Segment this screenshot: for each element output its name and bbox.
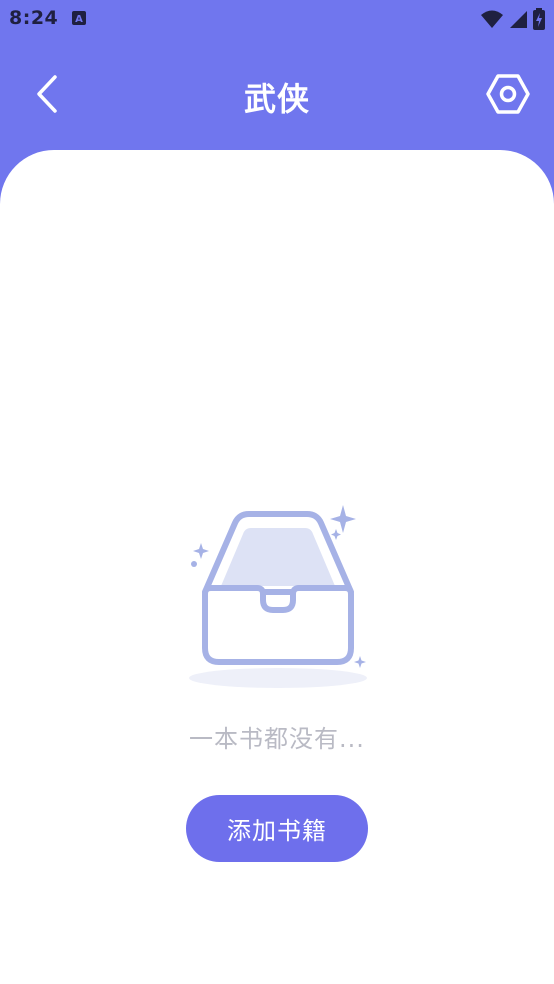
- app-notification-letter: A: [75, 14, 83, 25]
- settings-hexagon-icon: [486, 74, 530, 114]
- status-time: 8:24: [9, 7, 59, 29]
- app-notification-icon: A: [71, 10, 87, 30]
- settings-button[interactable]: [486, 72, 530, 116]
- empty-message: 一本书都没有...: [189, 725, 365, 753]
- battery-icon: [532, 8, 546, 34]
- page-title: 武侠: [243, 80, 310, 118]
- empty-box-icon: [183, 502, 373, 694]
- add-book-button[interactable]: 添加书籍: [186, 795, 368, 862]
- app-bar: 武侠: [0, 38, 554, 150]
- signal-icon: [508, 9, 528, 33]
- content-area: 一本书都没有... 添加书籍: [0, 150, 554, 984]
- status-bar: 8:24 A: [0, 0, 554, 38]
- wifi-icon: [480, 9, 504, 33]
